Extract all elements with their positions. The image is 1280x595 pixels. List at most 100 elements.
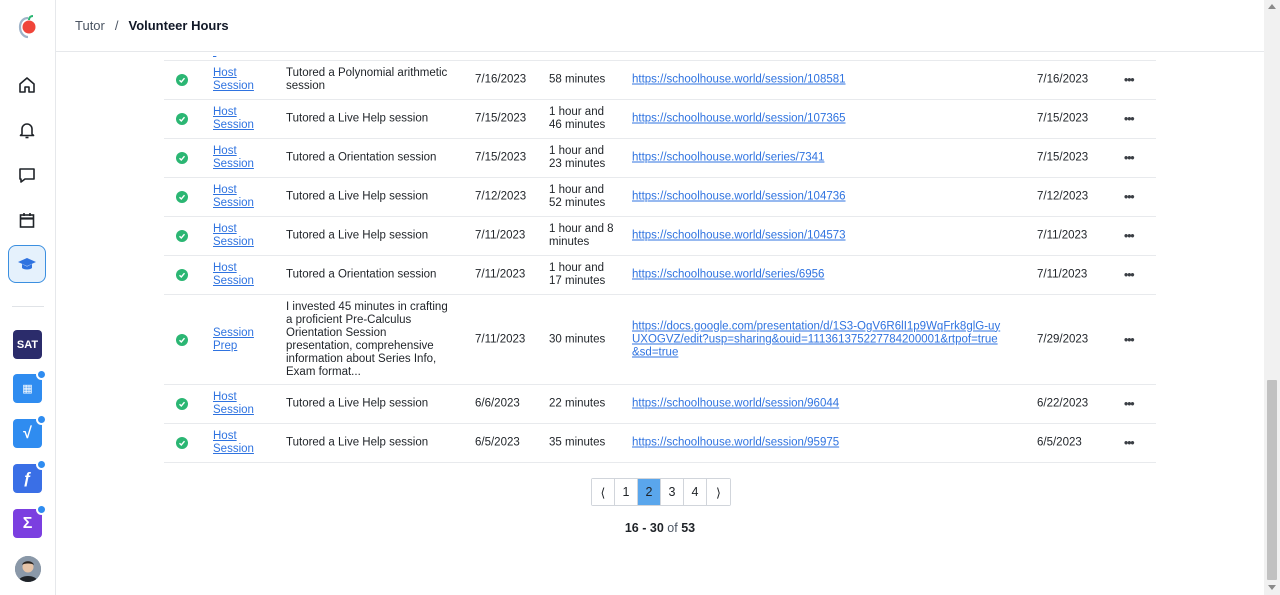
activity-url-link[interactable]: https://schoolhouse.world/session/95975 (632, 437, 1002, 450)
graduation-cap-icon (18, 258, 36, 270)
activity-description: Tutored a Orientation session (286, 268, 437, 281)
more-options-icon[interactable]: ••• (1124, 268, 1138, 282)
page-title: Volunteer Hours (128, 18, 229, 33)
page-button-2[interactable]: 2 (638, 479, 661, 505)
breadcrumb-separator: / (114, 18, 119, 33)
calculator-icon: ▦ (22, 383, 33, 395)
notifications-button[interactable] (8, 111, 46, 149)
activity-date: 7/11/2023 (475, 229, 526, 242)
next-page-button[interactable]: ⟩ (707, 479, 730, 505)
count-start: 16 (624, 521, 639, 535)
activity-duration: 30 minutes (549, 333, 606, 345)
activity-type-link[interactable]: Host Session (213, 223, 273, 249)
approved-check-icon (176, 113, 188, 125)
count-end: 30 (649, 521, 664, 535)
table-row: Host Session Tutored a Polynomial arithme… (164, 61, 1156, 100)
activity-description: Tutored a Orientation session (286, 151, 437, 164)
approved-check-icon (176, 269, 188, 281)
page-button-3[interactable]: 3 (661, 479, 684, 505)
activity-duration: 35 minutes (549, 436, 606, 449)
more-options-icon[interactable]: ••• (1124, 397, 1138, 411)
activity-type-link[interactable]: Host Session (213, 430, 273, 456)
activity-date: 7/15/2023 (475, 151, 527, 164)
table-row: Host Session Tutored a Live Help session 7… (164, 217, 1156, 256)
more-options-icon[interactable]: ••• (1124, 436, 1138, 450)
more-options-icon[interactable]: ••• (1124, 151, 1138, 165)
table-row: Session Prep I invested 45 minutes in cra… (164, 295, 1156, 385)
sidebar: SAT ▦ √ ƒ Σ (0, 0, 56, 595)
activity-url-link[interactable]: https://schoolhouse.world/series/6956 (632, 269, 1002, 282)
activity-duration: 22 minutes (549, 397, 606, 410)
approved-date: 7/16/2023 (1037, 73, 1089, 86)
activity-type-link[interactable]: Session Prep (213, 327, 273, 353)
breadcrumb-tutor[interactable]: Tutor (75, 18, 105, 33)
activity-url-link[interactable]: https://schoolhouse.world/session/108581 (632, 74, 1002, 87)
user-avatar-icon (15, 556, 41, 582)
more-options-icon[interactable]: ••• (1124, 112, 1138, 126)
more-options-icon[interactable]: ••• (1124, 73, 1138, 87)
page-scrollbar[interactable] (1264, 0, 1280, 595)
tutor-button[interactable] (8, 245, 46, 283)
activity-url-link[interactable]: https://schoolhouse.world/session/96044 (632, 398, 1002, 411)
approved-date: 7/29/2023 (1037, 333, 1089, 345)
activity-type-link[interactable]: Host Session (213, 262, 273, 288)
activity-duration: 1 hour and 8 minutes (549, 223, 614, 248)
activity-duration: 1 hour and 46 minutes (549, 106, 606, 131)
home-button[interactable] (8, 66, 46, 104)
prev-page-button[interactable]: ⟨ (592, 479, 615, 505)
app-notification-dot (36, 369, 47, 380)
scroll-up-arrow[interactable] (1268, 4, 1276, 9)
partial-link (213, 52, 216, 58)
more-options-icon[interactable]: ••• (1124, 229, 1138, 243)
activity-url-link[interactable]: https://schoolhouse.world/session/107365 (632, 113, 1002, 126)
activity-date: 7/15/2023 (475, 112, 527, 125)
page-button-4[interactable]: 4 (684, 479, 707, 505)
activity-date: 7/11/2023 (475, 333, 526, 345)
app-math[interactable]: ▦ (13, 369, 47, 403)
function-icon: ƒ (23, 469, 32, 487)
approved-date: 7/15/2023 (1037, 112, 1089, 125)
app-function[interactable]: ƒ (13, 459, 47, 493)
activity-description: Tutored a Live Help session (286, 397, 429, 410)
scroll-thumb[interactable] (1267, 380, 1277, 580)
activity-description: I invested 45 minutes in crafting a prof… (286, 300, 448, 378)
activity-date: 6/5/2023 (475, 436, 520, 449)
schoolhouse-logo[interactable] (17, 14, 39, 40)
avatar[interactable] (15, 556, 41, 582)
calendar-button[interactable] (8, 201, 46, 239)
scroll-down-arrow[interactable] (1268, 585, 1276, 590)
app-sqrt[interactable]: √ (13, 414, 47, 448)
activity-type-link[interactable]: Host Session (213, 391, 273, 417)
count-total: 53 (681, 521, 696, 535)
activity-url-link[interactable]: https://docs.google.com/presentation/d/1… (632, 320, 1002, 359)
app-sat-label: SAT (16, 338, 39, 351)
more-options-icon[interactable]: ••• (1124, 333, 1138, 346)
page-header: Tutor / Volunteer Hours (56, 0, 1264, 52)
approved-check-icon (176, 74, 188, 86)
activity-type-link[interactable]: Host Session (213, 106, 273, 132)
activity-duration: 1 hour and 17 minutes (549, 262, 606, 287)
table-row-partial (164, 52, 1156, 61)
approved-date: 7/15/2023 (1037, 151, 1089, 164)
app-notification-dot (36, 459, 47, 470)
table-row: Host Session Tutored a Live Help session 7… (164, 178, 1156, 217)
activity-type-link[interactable]: Host Session (213, 67, 273, 93)
approved-date: 6/22/2023 (1037, 397, 1089, 410)
count-of: of (667, 521, 678, 535)
more-options-icon[interactable]: ••• (1124, 190, 1138, 204)
activity-url-link[interactable]: https://schoolhouse.world/session/104736 (632, 191, 1002, 204)
activity-url-link[interactable]: https://schoolhouse.world/session/104573 (632, 230, 1002, 243)
messages-button[interactable] (8, 156, 46, 194)
activity-description: Tutored a Live Help session (286, 229, 429, 242)
activity-type-link[interactable]: Host Session (213, 145, 273, 171)
activity-type-link[interactable]: Host Session (213, 184, 273, 210)
page-button-1[interactable]: 1 (615, 479, 638, 505)
activity-duration: 58 minutes (549, 73, 606, 86)
approved-check-icon (176, 398, 188, 410)
app-sat[interactable]: SAT (13, 330, 42, 359)
approved-check-icon (176, 191, 188, 203)
pagination: ⟨ 1 2 3 4 ⟩ (591, 478, 731, 506)
volunteer-hours-table: Host Session Tutored a Polynomial arithme… (164, 52, 1156, 463)
app-notification-dot (36, 504, 47, 515)
activity-url-link[interactable]: https://schoolhouse.world/series/7341 (632, 152, 1002, 165)
